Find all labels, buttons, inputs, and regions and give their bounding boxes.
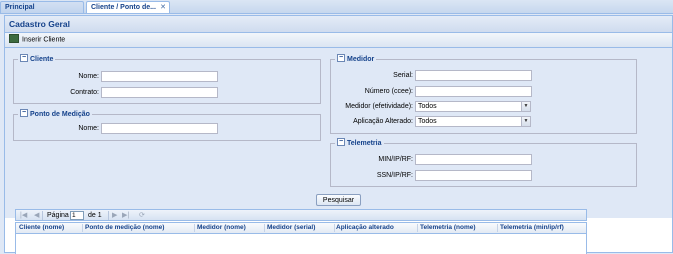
cliente-nome-input[interactable]: [101, 71, 218, 82]
separator: [42, 211, 43, 220]
telemetria-fieldset: − Telemetria MIN/IP/RF: SSN/IP/RF:: [330, 138, 637, 187]
medidor-legend[interactable]: − Medidor: [335, 54, 377, 64]
collapse-icon[interactable]: −: [20, 54, 28, 63]
ponto-nome-label: Nome:: [78, 125, 99, 132]
tab-cliente-ponto[interactable]: Cliente / Ponto de... ✕: [86, 1, 170, 13]
column-separator: [417, 224, 418, 232]
col-cliente-nome[interactable]: Cliente (nome): [19, 223, 81, 233]
chevron-down-icon[interactable]: ▼: [521, 102, 530, 111]
results-grid-header: Cliente (nome) Ponto de medição (nome) M…: [15, 222, 587, 234]
tab-bar: Principal Cliente / Ponto de... ✕: [0, 0, 673, 14]
telemetria-legend[interactable]: − Telemetria: [335, 138, 384, 148]
col-aplicacao-alterado[interactable]: Aplicação alterado: [336, 223, 416, 233]
cadastro-panel: Cadastro Geral Inserir Cliente − Cliente …: [4, 15, 673, 254]
column-separator: [334, 224, 335, 232]
col-medidor-nome[interactable]: Medidor (nome): [197, 223, 263, 233]
toolbar: Inserir Cliente: [5, 33, 672, 48]
numero-ccee-input[interactable]: [415, 86, 532, 97]
aplicacao-label: Aplicação Alterado:: [353, 118, 413, 125]
panel-title: Cadastro Geral: [5, 16, 672, 33]
tab-principal[interactable]: Principal: [0, 1, 84, 13]
ssn-ip-rf-label: SSN/IP/RF:: [376, 172, 413, 179]
efetividade-label: Medidor (efetividade):: [345, 103, 413, 110]
insert-client-button[interactable]: Inserir Cliente: [9, 34, 66, 45]
page-label: Página: [47, 212, 69, 219]
separator: [108, 211, 109, 220]
tab-cliente-label: Cliente / Ponto de...: [91, 4, 156, 11]
refresh-icon[interactable]: ⟳: [139, 211, 145, 220]
close-icon[interactable]: ✕: [160, 2, 166, 14]
col-telemetria-nome[interactable]: Telemetria (nome): [420, 223, 496, 233]
tab-principal-label: Principal: [5, 4, 35, 11]
column-separator: [264, 224, 265, 232]
chevron-down-icon[interactable]: ▼: [521, 117, 530, 126]
col-medidor-serial[interactable]: Medidor (serial): [267, 223, 333, 233]
aplicacao-select[interactable]: Todos ▼: [415, 116, 531, 127]
insert-client-label: Inserir Cliente: [22, 36, 66, 44]
ponto-legend[interactable]: − Ponto de Medição: [18, 109, 92, 119]
ponto-fieldset: − Ponto de Medição Nome:: [13, 109, 321, 141]
ssn-ip-rf-input[interactable]: [415, 170, 532, 181]
search-button[interactable]: Pesquisar: [316, 194, 361, 206]
min-ip-rf-label: MIN/IP/RF:: [378, 156, 413, 163]
col-telemetria-min[interactable]: Telemetria (min/ip/rf): [500, 223, 586, 233]
cliente-legend[interactable]: − Cliente: [18, 54, 56, 64]
search-form: − Cliente Nome: Contrato: − Ponto de Mediç…: [5, 48, 672, 218]
results-grid-body: [15, 234, 587, 254]
efetividade-select[interactable]: Todos ▼: [415, 101, 531, 112]
efetividade-value: Todos: [418, 103, 437, 110]
cliente-fieldset: − Cliente Nome: Contrato:: [13, 54, 321, 104]
ponto-nome-input[interactable]: [101, 123, 218, 134]
add-client-icon: [9, 34, 19, 43]
serial-input[interactable]: [415, 70, 532, 81]
last-page-icon[interactable]: ▶|: [122, 211, 129, 220]
column-separator: [194, 224, 195, 232]
page-number-input[interactable]: 1: [70, 211, 84, 220]
column-separator: [497, 224, 498, 232]
nome-label: Nome:: [78, 73, 99, 80]
min-ip-rf-input[interactable]: [415, 154, 532, 165]
numero-ccee-label: Número (ccee):: [364, 88, 413, 95]
medidor-fieldset: − Medidor Serial: Número (ccee): Medidor …: [330, 54, 637, 134]
collapse-icon[interactable]: −: [20, 109, 28, 118]
serial-label: Serial:: [393, 72, 413, 79]
column-separator: [82, 224, 83, 232]
contrato-input[interactable]: [101, 87, 218, 98]
paging-toolbar: |◀ ◀ Página 1 de 1 ▶ ▶| ⟳: [15, 209, 587, 221]
col-ponto-medicao[interactable]: Ponto de medição (nome): [85, 223, 193, 233]
aplicacao-value: Todos: [418, 118, 437, 125]
page-count-label: de 1: [88, 212, 102, 219]
first-page-icon[interactable]: |◀: [20, 211, 27, 220]
collapse-icon[interactable]: −: [337, 54, 345, 63]
prev-page-icon[interactable]: ◀: [34, 211, 39, 220]
next-page-icon[interactable]: ▶: [112, 211, 117, 220]
collapse-icon[interactable]: −: [337, 138, 345, 147]
contrato-label: Contrato:: [70, 89, 99, 96]
